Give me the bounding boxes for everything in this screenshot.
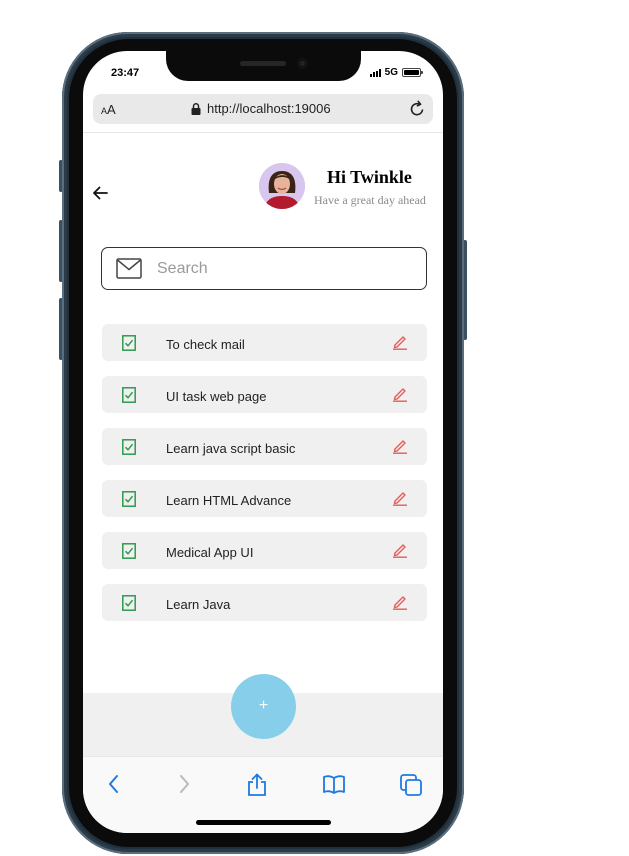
lock-icon xyxy=(191,102,201,115)
status-time: 23:47 xyxy=(111,67,140,79)
avatar xyxy=(259,163,305,209)
task-label: Learn Java xyxy=(166,597,231,612)
task-item[interactable]: To check mail xyxy=(102,324,427,361)
checkbox-checked-icon[interactable] xyxy=(122,595,136,611)
checkbox-checked-icon[interactable] xyxy=(122,543,136,559)
task-item[interactable]: UI task web page xyxy=(102,376,427,413)
signal-icon xyxy=(369,68,381,77)
bookmarks-icon[interactable] xyxy=(322,773,346,795)
edit-pencil-icon[interactable] xyxy=(392,334,408,350)
search-box[interactable] xyxy=(101,247,427,290)
back-arrow-icon[interactable] xyxy=(91,183,109,203)
phone-screen: 23:47 5G AA http://localhost:19006 Hi Tw… xyxy=(83,51,443,833)
tabs-icon[interactable] xyxy=(399,773,423,797)
checkbox-checked-icon[interactable] xyxy=(122,335,136,351)
search-input[interactable] xyxy=(157,258,407,280)
checkbox-checked-icon[interactable] xyxy=(122,439,136,455)
notch xyxy=(166,51,361,81)
greeting-title: Hi Twinkle xyxy=(327,167,412,187)
edit-pencil-icon[interactable] xyxy=(392,386,408,402)
battery-icon xyxy=(402,68,423,77)
task-label: To check mail xyxy=(166,337,245,352)
task-item[interactable]: Learn HTML Advance xyxy=(102,480,427,517)
task-label: Learn HTML Advance xyxy=(166,493,292,508)
status-indicators: 5G xyxy=(369,67,423,78)
profile-photo xyxy=(259,163,305,209)
mail-icon xyxy=(116,258,142,279)
edit-pencil-icon[interactable] xyxy=(392,438,408,454)
back-icon[interactable] xyxy=(105,773,123,795)
camera-icon xyxy=(297,58,308,69)
url-display[interactable]: http://localhost:19006 xyxy=(191,101,331,116)
speaker-grille xyxy=(240,61,286,66)
network-type: 5G xyxy=(384,67,398,78)
checkbox-checked-icon[interactable] xyxy=(122,387,136,403)
greeting-subtitle: Have a great day ahead xyxy=(314,193,426,207)
url-text: http://localhost:19006 xyxy=(207,101,331,116)
text-size-button[interactable]: AA xyxy=(101,102,116,117)
checkbox-checked-icon[interactable] xyxy=(122,491,136,507)
task-label: UI task web page xyxy=(166,389,267,404)
task-item[interactable]: Learn java script basic xyxy=(102,428,427,465)
edit-pencil-icon[interactable] xyxy=(392,594,408,610)
address-bar[interactable]: AA http://localhost:19006 xyxy=(93,94,433,124)
edit-pencil-icon[interactable] xyxy=(392,542,408,558)
task-label: Learn java script basic xyxy=(166,441,296,456)
reload-icon[interactable] xyxy=(407,99,427,119)
task-label: Medical App UI xyxy=(166,545,254,560)
edit-pencil-icon[interactable] xyxy=(392,490,408,506)
task-item[interactable]: Learn Java xyxy=(102,584,427,621)
add-task-button[interactable]: + xyxy=(231,674,296,739)
divider xyxy=(83,132,443,133)
page: 23:47 5G AA http://localhost:19006 Hi Tw… xyxy=(0,0,629,856)
forward-icon[interactable] xyxy=(175,773,193,795)
task-item[interactable]: Medical App UI xyxy=(102,532,427,569)
home-indicator xyxy=(196,820,331,825)
share-icon[interactable] xyxy=(246,773,268,797)
